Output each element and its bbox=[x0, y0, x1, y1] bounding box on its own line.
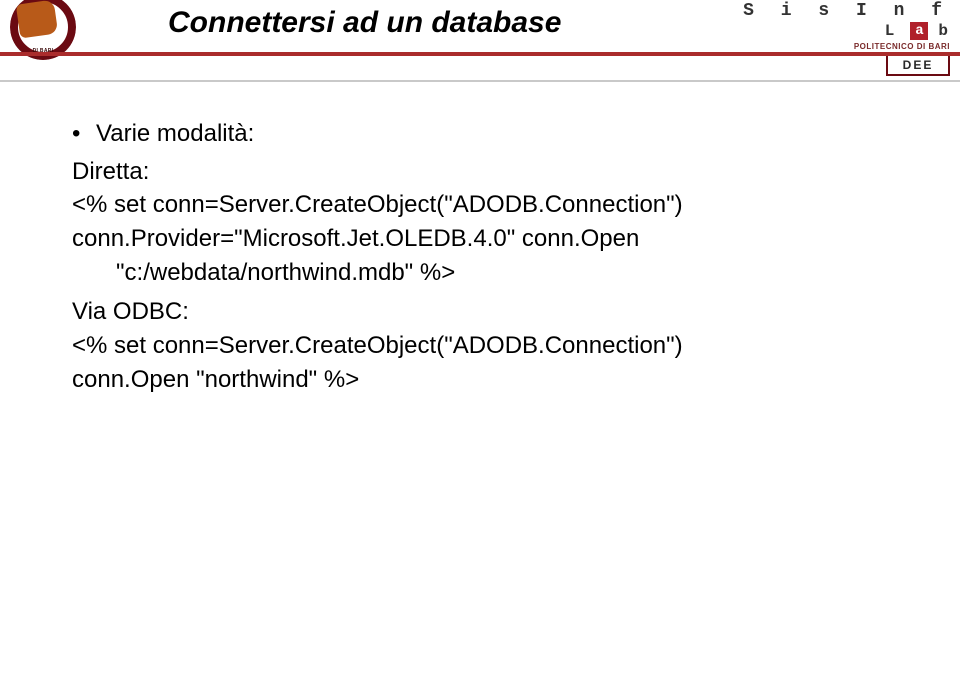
code-line: <% set conn=Server.CreateObject("ADODB.C… bbox=[72, 330, 900, 362]
slide-body: Varie modalità: Diretta: <% set conn=Ser… bbox=[72, 118, 900, 397]
logo-lab-a: a bbox=[910, 22, 928, 40]
bullet-text: Varie modalità: bbox=[96, 120, 254, 147]
dee-badge: DEE bbox=[886, 54, 950, 76]
logo-lab-row: L a b bbox=[885, 22, 950, 40]
divider-primary bbox=[0, 52, 960, 56]
badge-emblem bbox=[16, 0, 58, 38]
logo-line1: S i s I n f bbox=[743, 2, 950, 20]
logo-subline: POLITECNICO DI BARI bbox=[743, 42, 950, 51]
code-line: Via ODBC: bbox=[72, 296, 900, 328]
divider-secondary bbox=[0, 80, 960, 82]
logo-lab-l: L bbox=[885, 22, 901, 40]
code-line: Diretta: bbox=[72, 156, 900, 188]
slide-header: DI BARI Connettersi ad un database S i s… bbox=[0, 0, 960, 58]
code-line: "c:/webdata/northwind.mdb" %> bbox=[72, 257, 900, 289]
slide-title: Connettersi ad un database bbox=[168, 6, 561, 40]
logo-lab-b: b bbox=[938, 22, 950, 40]
code-line: conn.Open "northwind" %> bbox=[72, 364, 900, 396]
institution-badge: DI BARI bbox=[10, 0, 76, 60]
lab-logo: S i s I n f L a b POLITECNICO DI BARI bbox=[743, 2, 950, 51]
bullet-item: Varie modalità: bbox=[72, 118, 900, 150]
dee-text: DEE bbox=[903, 58, 934, 72]
code-line: <% set conn=Server.CreateObject("ADODB.C… bbox=[72, 189, 900, 221]
code-line: conn.Provider="Microsoft.Jet.OLEDB.4.0" … bbox=[72, 223, 900, 255]
